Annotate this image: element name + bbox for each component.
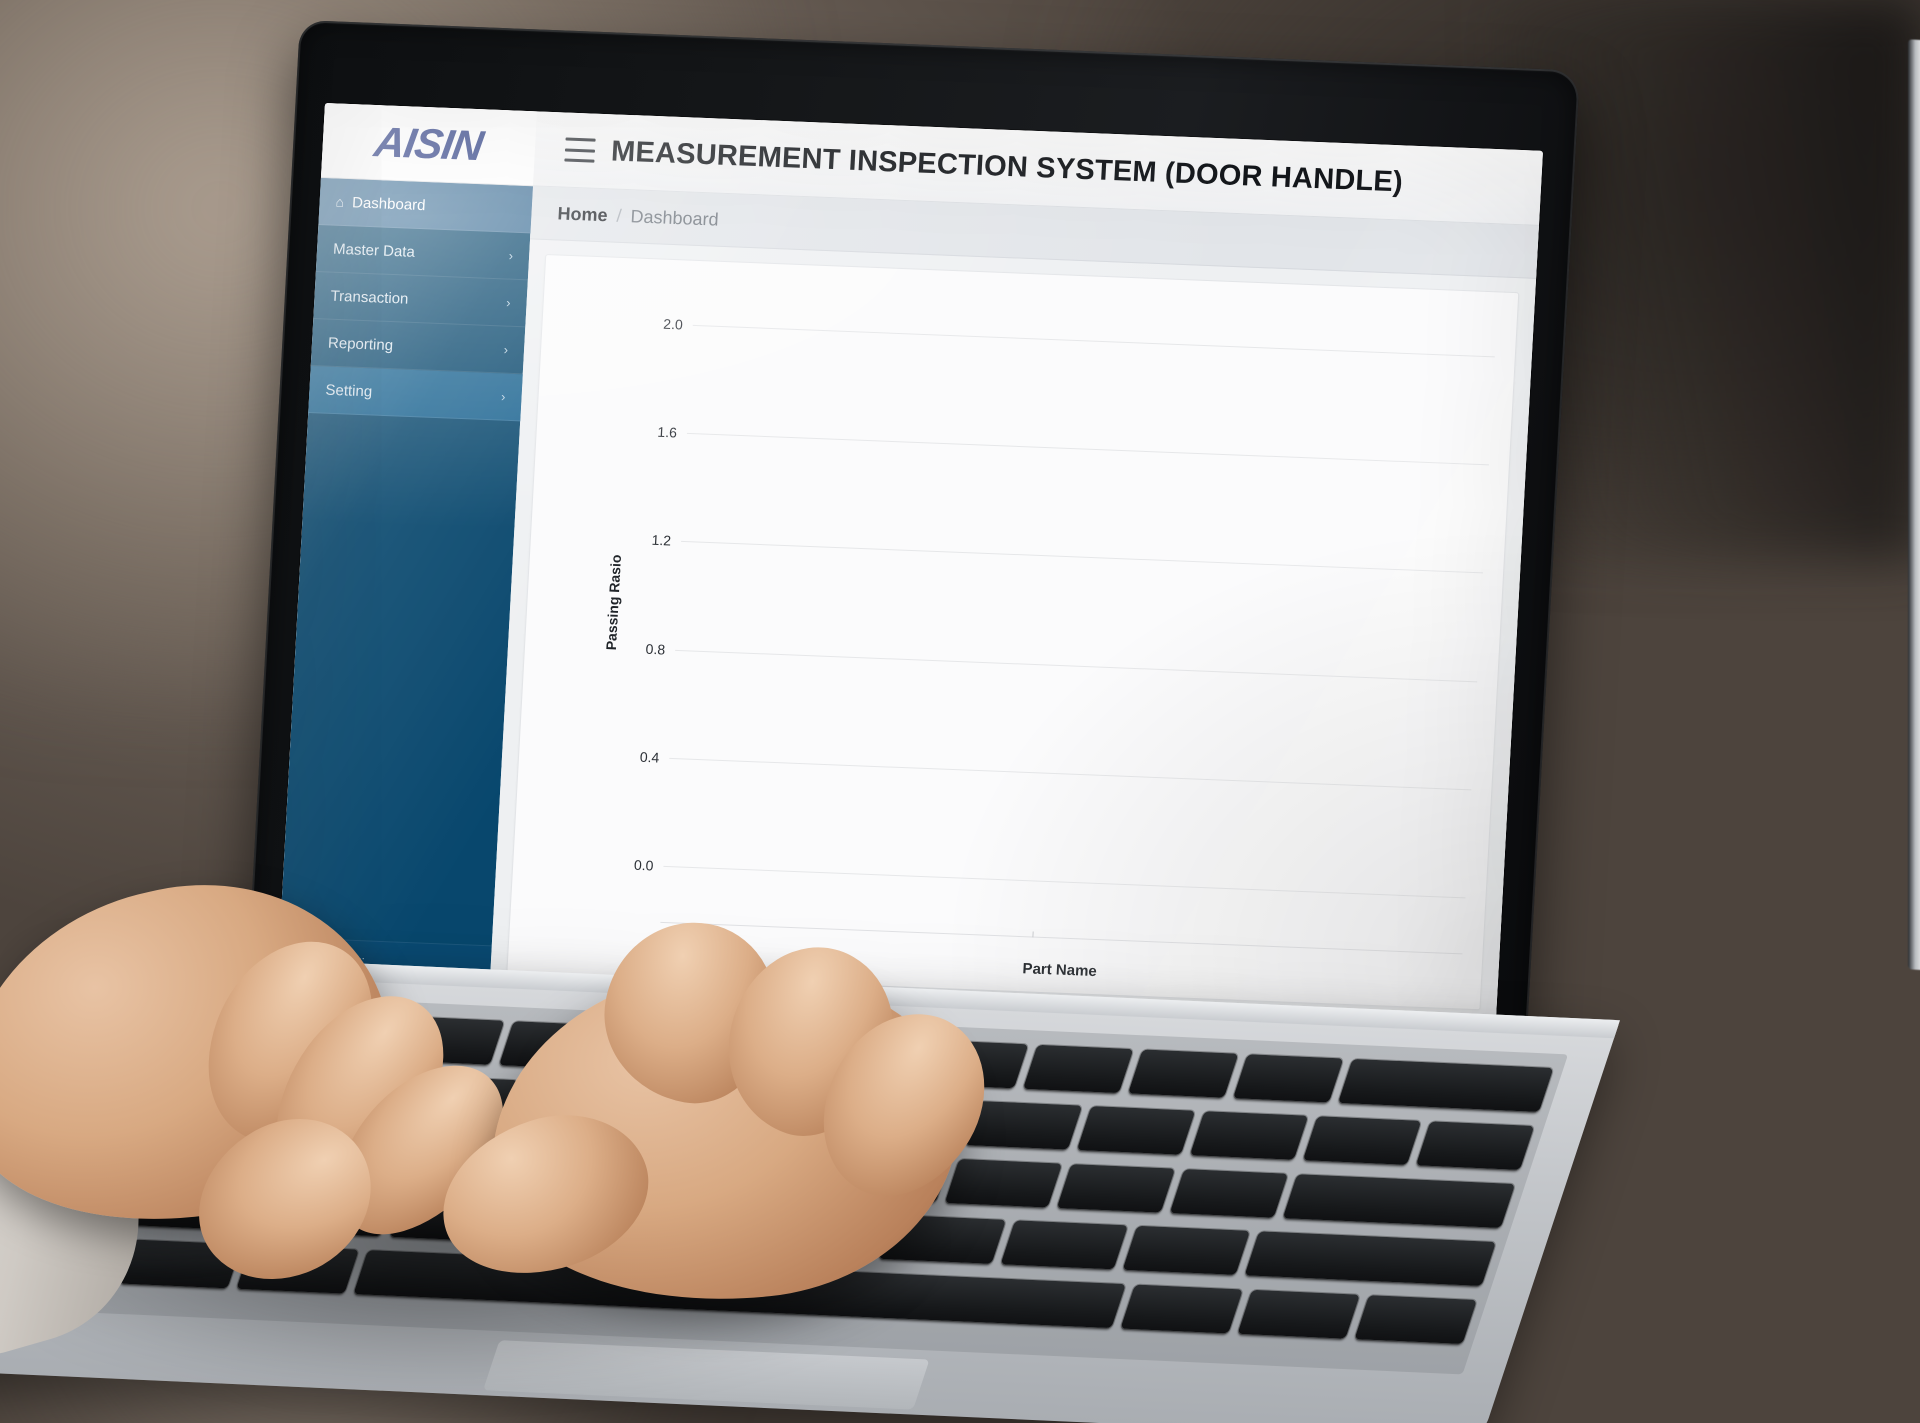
chart-gridline: [675, 649, 1478, 682]
key[interactable]: [1000, 1220, 1128, 1270]
key[interactable]: [1122, 1225, 1250, 1275]
key[interactable]: [944, 1158, 1063, 1208]
key[interactable]: [918, 1040, 1029, 1089]
chevron-right-icon: ›: [508, 248, 514, 264]
app-body: ⌂ Dashboard Master Data › Transaction ›: [276, 178, 1539, 1051]
hamburger-bar-3: [564, 158, 595, 163]
key[interactable]: [708, 1030, 819, 1079]
hamburger-icon[interactable]: [564, 137, 596, 163]
key[interactable]: [603, 1025, 714, 1075]
key[interactable]: [1077, 1106, 1196, 1155]
chevron-right-icon: ›: [503, 342, 509, 358]
chart-gridline: [669, 757, 1472, 791]
home-icon: ⌂: [335, 193, 345, 210]
key[interactable]: [1232, 1054, 1344, 1103]
sidebar-item-label: Setting: [325, 381, 373, 400]
chart-y-tick: 2.0: [662, 315, 684, 333]
photo-scene: AISIN MEASUREMENT INSPECTION SYSTEM (DOO…: [0, 0, 1920, 1423]
aisin-logo: AISIN: [371, 118, 487, 170]
key[interactable]: [1022, 1044, 1134, 1094]
brand-logo-area[interactable]: AISIN: [320, 103, 537, 186]
hamburger-bar-2: [564, 148, 596, 153]
key-arrow-left[interactable]: [1237, 1289, 1360, 1339]
breadcrumb-home[interactable]: Home: [557, 203, 608, 226]
chart-gridline: [686, 433, 1489, 466]
hamburger-bar-1: [565, 137, 596, 142]
sidebar-item-label: Master Data: [332, 240, 416, 261]
laptop-device: AISIN MEASUREMENT INSPECTION SYSTEM (DOO…: [0, 0, 1920, 1423]
chart-y-tick: 0.4: [639, 748, 660, 766]
web-application: AISIN MEASUREMENT INSPECTION SYSTEM (DOO…: [276, 103, 1544, 1051]
key-arrow-right[interactable]: [1354, 1295, 1477, 1344]
key[interactable]: [393, 1016, 505, 1065]
key-backspace[interactable]: [1337, 1058, 1554, 1112]
key[interactable]: [78, 1002, 190, 1051]
chevron-right-icon: ›: [500, 389, 506, 405]
main-content: Home / Dashboard Passing Rasio 2.0 1.6 1…: [488, 186, 1539, 1051]
chart-gridline: [692, 325, 1495, 358]
sidebar-item-reporting[interactable]: Reporting ›: [310, 319, 526, 375]
chart-y-tick: 1.6: [657, 424, 678, 441]
chart-gridline: [680, 541, 1484, 574]
sidebar-item-setting[interactable]: Setting ›: [308, 366, 523, 422]
key-enter[interactable]: [1282, 1174, 1516, 1228]
breadcrumb-current: Dashboard: [630, 205, 720, 230]
dashboard-card: Passing Rasio 2.0 1.6 1.2 0.8 0.4 0.0 Pa…: [506, 253, 1520, 1011]
key[interactable]: [813, 1035, 924, 1084]
key[interactable]: [183, 1006, 295, 1056]
key-shift-right[interactable]: [1244, 1231, 1497, 1286]
sidebar-item-master-data[interactable]: Master Data ›: [315, 225, 531, 281]
chart-y-axis-label: Passing Rasio: [602, 554, 625, 651]
chart-y-tick: 0.0: [633, 856, 654, 874]
sidebar-item-transaction[interactable]: Transaction ›: [313, 272, 528, 328]
chart-gridline: [663, 865, 1466, 899]
sidebar-item-label: Dashboard: [351, 193, 427, 214]
key-alt-right[interactable]: [1119, 1284, 1243, 1334]
key[interactable]: [1057, 1163, 1176, 1213]
sidebar-item-dashboard[interactable]: ⌂ Dashboard: [318, 178, 533, 234]
chevron-right-icon: ›: [505, 295, 512, 311]
sidebar-item-label: Reporting: [327, 334, 394, 354]
lid-edge: [1908, 39, 1920, 971]
chart-x-axis: [660, 921, 1463, 955]
hand-shadow: [40, 1090, 940, 1390]
sidebar-item-label: Transaction: [330, 287, 409, 308]
sidebar-nav: ⌂ Dashboard Master Data › Transaction ›: [308, 178, 533, 422]
chart-y-tick: 0.8: [645, 640, 666, 658]
key[interactable]: [1190, 1111, 1309, 1160]
key[interactable]: [498, 1021, 609, 1070]
key[interactable]: [1303, 1116, 1422, 1165]
key[interactable]: [288, 1011, 400, 1061]
key[interactable]: [964, 1100, 1083, 1150]
key[interactable]: [1169, 1169, 1289, 1218]
key[interactable]: [1127, 1049, 1239, 1098]
key[interactable]: [1415, 1121, 1535, 1170]
laptop-screen: AISIN MEASUREMENT INSPECTION SYSTEM (DOO…: [276, 103, 1544, 1051]
chart-plot-area: Passing Rasio 2.0 1.6 1.2 0.8 0.4 0.0 Pa…: [602, 285, 1496, 980]
breadcrumb-separator: /: [616, 205, 623, 226]
chart-y-tick: 1.2: [651, 532, 672, 549]
passing-ratio-chart: Passing Rasio 2.0 1.6 1.2 0.8 0.4 0.0 Pa…: [507, 255, 1518, 1009]
